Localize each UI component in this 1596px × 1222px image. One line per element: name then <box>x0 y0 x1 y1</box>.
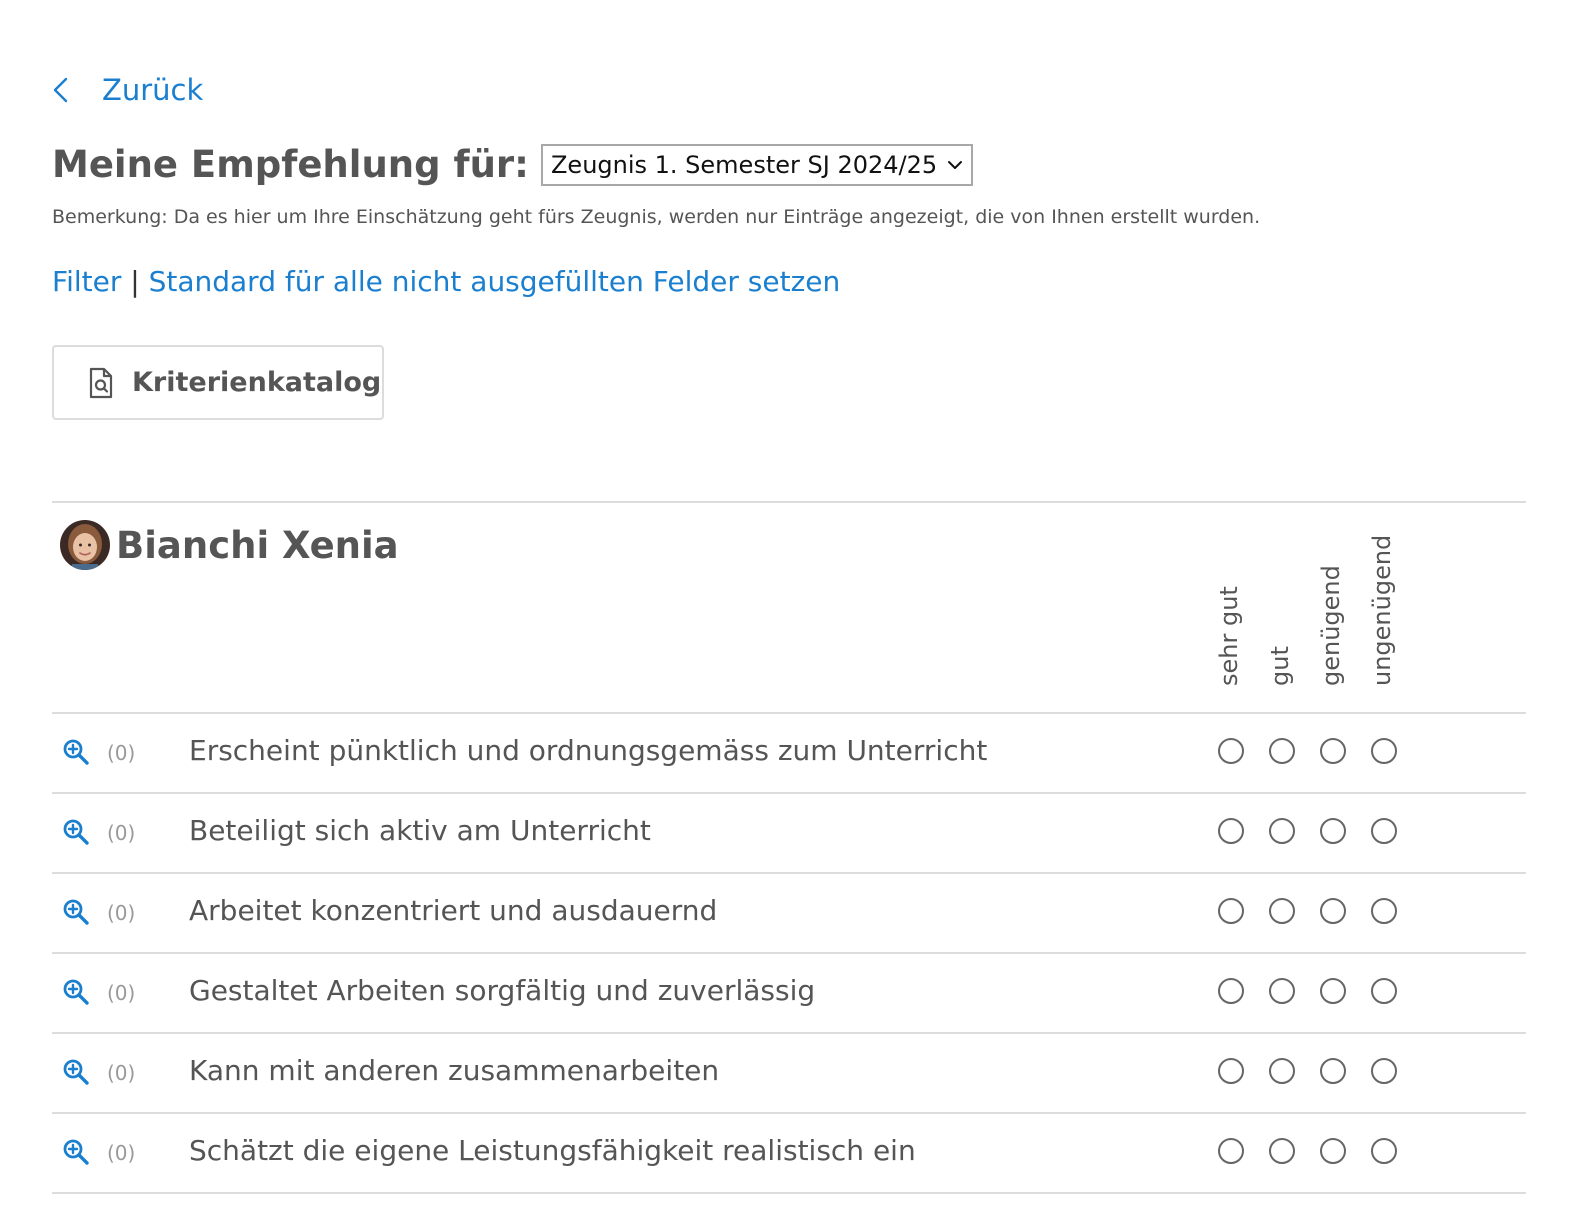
report-select[interactable]: Zeugnis 1. Semester SJ 2024/25 <box>540 143 974 186</box>
table-row: (0) Arbeitet konzentriert und ausdauernd <box>52 874 1526 954</box>
document-search-icon <box>88 367 114 399</box>
student-name: Bianchi Xenia <box>116 523 399 567</box>
radio-sehr-gut[interactable] <box>1218 1058 1244 1084</box>
entry-count: (0) <box>107 821 136 845</box>
chevron-left-icon <box>52 70 92 110</box>
table-row: (0) Beteiligt sich aktiv am Unterricht <box>52 794 1526 874</box>
chevron-down-icon <box>947 160 963 170</box>
avatar <box>60 520 110 570</box>
table-row: (0) Schätzt die eigene Leistungsfähigkei… <box>52 1114 1526 1194</box>
radio-ungenuegend[interactable] <box>1371 978 1397 1004</box>
column-header-label: genügend <box>1317 565 1345 686</box>
page-title: Meine Empfehlung für: <box>52 143 529 186</box>
column-header-label: gut <box>1266 646 1294 686</box>
radio-genuegend[interactable] <box>1320 738 1346 764</box>
table-divider <box>52 501 1526 503</box>
zoom-in-icon[interactable] <box>62 978 90 1006</box>
report-select-value: Zeugnis 1. Semester SJ 2024/25 <box>550 150 938 179</box>
entry-count: (0) <box>107 1061 136 1085</box>
radio-sehr-gut[interactable] <box>1218 738 1244 764</box>
radio-genuegend[interactable] <box>1320 898 1346 924</box>
radio-gut[interactable] <box>1269 818 1295 844</box>
radio-genuegend[interactable] <box>1320 1138 1346 1164</box>
radio-gut[interactable] <box>1269 898 1295 924</box>
radio-genuegend[interactable] <box>1320 1058 1346 1084</box>
entry-count: (0) <box>107 901 136 925</box>
table-row: (0) Gestaltet Arbeiten sorgfältig und zu… <box>52 954 1526 1034</box>
set-default-link[interactable]: Standard für alle nicht ausgefüllten Fel… <box>149 265 841 298</box>
radio-gut[interactable] <box>1269 978 1295 1004</box>
entry-count: (0) <box>107 981 136 1005</box>
radio-ungenuegend[interactable] <box>1371 818 1397 844</box>
column-header-label: sehr gut <box>1215 586 1243 686</box>
radio-ungenuegend[interactable] <box>1371 738 1397 764</box>
radio-gut[interactable] <box>1269 1138 1295 1164</box>
radio-sehr-gut[interactable] <box>1218 898 1244 924</box>
zoom-in-icon[interactable] <box>62 1138 90 1166</box>
entry-count: (0) <box>107 741 136 765</box>
radio-ungenuegend[interactable] <box>1371 1138 1397 1164</box>
criterion-label: Schätzt die eigene Leistungsfähigkeit re… <box>189 1134 916 1167</box>
link-separator: | <box>130 265 140 298</box>
criterion-label: Kann mit anderen zusammenarbeiten <box>189 1054 720 1087</box>
radio-genuegend[interactable] <box>1320 818 1346 844</box>
filter-link[interactable]: Filter <box>52 265 121 298</box>
criterion-label: Gestaltet Arbeiten sorgfältig und zuverl… <box>189 974 816 1007</box>
criteria-catalog-label: Kriterienkatalog <box>132 367 382 398</box>
entry-count: (0) <box>107 1141 136 1165</box>
action-links: Filter | Standard für alle nicht ausgefü… <box>52 265 840 298</box>
criterion-label: Beteiligt sich aktiv am Unterricht <box>189 814 651 847</box>
table-row: (0) Erscheint pünktlich und ordnungsgemä… <box>52 714 1526 794</box>
zoom-in-icon[interactable] <box>62 818 90 846</box>
radio-sehr-gut[interactable] <box>1218 1138 1244 1164</box>
back-label: Zurück <box>102 73 204 107</box>
heading-row: Meine Empfehlung für: Zeugnis 1. Semeste… <box>52 143 974 186</box>
radio-sehr-gut[interactable] <box>1218 978 1244 1004</box>
radio-sehr-gut[interactable] <box>1218 818 1244 844</box>
zoom-in-icon[interactable] <box>62 898 90 926</box>
criteria-catalog-button[interactable]: Kriterienkatalog <box>52 345 384 420</box>
zoom-in-icon[interactable] <box>62 1058 90 1086</box>
radio-genuegend[interactable] <box>1320 978 1346 1004</box>
criteria-list: (0) Erscheint pünktlich und ordnungsgemä… <box>52 714 1526 1194</box>
remark-text: Bemerkung: Da es hier um Ihre Einschätzu… <box>52 206 1261 228</box>
radio-ungenuegend[interactable] <box>1371 898 1397 924</box>
column-header-label: ungenügend <box>1368 534 1396 686</box>
criterion-label: Arbeitet konzentriert und ausdauernd <box>189 894 718 927</box>
radio-gut[interactable] <box>1269 1058 1295 1084</box>
table-row: (0) Kann mit anderen zusammenarbeiten <box>52 1034 1526 1114</box>
radio-gut[interactable] <box>1269 738 1295 764</box>
student-header: Bianchi Xenia <box>60 520 399 570</box>
back-link[interactable]: Zurück <box>52 70 203 110</box>
zoom-in-icon[interactable] <box>62 738 90 766</box>
criterion-label: Erscheint pünktlich und ordnungsgemäss z… <box>189 734 988 767</box>
radio-ungenuegend[interactable] <box>1371 1058 1397 1084</box>
